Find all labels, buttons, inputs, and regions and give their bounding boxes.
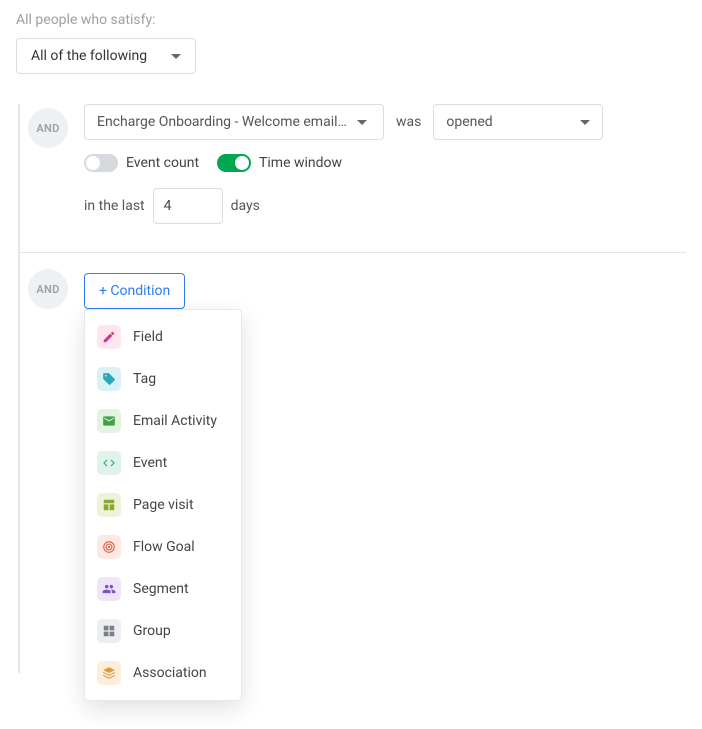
status-select[interactable]: opened [433,104,603,140]
tag-icon [97,367,121,391]
and-badge: AND [28,108,68,148]
link-icon [97,661,121,685]
time-window-label: Time window [259,155,342,171]
chevron-down-icon [357,120,367,125]
event-select[interactable]: Encharge Onboarding - Welcome email… [84,104,384,140]
pencil-icon [97,325,121,349]
header-intro: All people who satisfy: [16,12,686,28]
combinator-label: All of the following [31,48,147,64]
and-badge: AND [28,269,68,309]
toggle-knob [235,156,249,170]
condition-menu-item-label: Event [133,455,167,471]
chevron-down-icon [580,120,590,125]
event-count-label: Event count [126,155,199,171]
condition-menu-item[interactable]: Segment [85,568,241,610]
toggle-knob [86,156,100,170]
condition-menu-item-label: Tag [133,371,156,387]
condition-menu-item-label: Group [133,623,171,639]
condition-menu-item-label: Association [133,665,207,681]
layout-icon [97,493,121,517]
condition-menu-item[interactable]: Group [85,610,241,652]
condition-menu-item[interactable]: Field [85,316,241,358]
combinator-select[interactable]: All of the following [16,38,196,74]
time-prefix: in the last [84,198,145,214]
time-window-toggle[interactable] [217,154,251,172]
condition-menu-item[interactable]: Event [85,442,241,484]
status-select-value: opened [446,114,492,130]
condition-menu-item-label: Page visit [133,497,194,513]
condition-menu-item[interactable]: Tag [85,358,241,400]
code-icon [97,451,121,475]
chevron-down-icon [171,54,181,59]
add-condition-button[interactable]: + Condition [84,273,185,309]
condition-menu-item-label: Field [133,329,163,345]
group-icon [97,619,121,643]
event-select-value: Encharge Onboarding - Welcome email… [97,114,347,130]
condition-menu-item[interactable]: Association [85,652,241,694]
time-suffix: days [231,198,260,214]
event-count-toggle[interactable] [84,154,118,172]
condition-menu-item-label: Flow Goal [133,539,195,555]
people-icon [97,577,121,601]
condition-menu-item[interactable]: Flow Goal [85,526,241,568]
condition-menu-item[interactable]: Page visit [85,484,241,526]
condition-type-menu: Field Tag Email Activity Event Page visit Flo… [84,309,242,701]
condition-menu-item-label: Segment [133,581,189,597]
time-value-input[interactable] [153,188,223,224]
verb-text: was [396,114,421,130]
target-icon [97,535,121,559]
condition-menu-item[interactable]: Email Activity [85,400,241,442]
mail-icon [97,409,121,433]
condition-menu-item-label: Email Activity [133,413,217,429]
